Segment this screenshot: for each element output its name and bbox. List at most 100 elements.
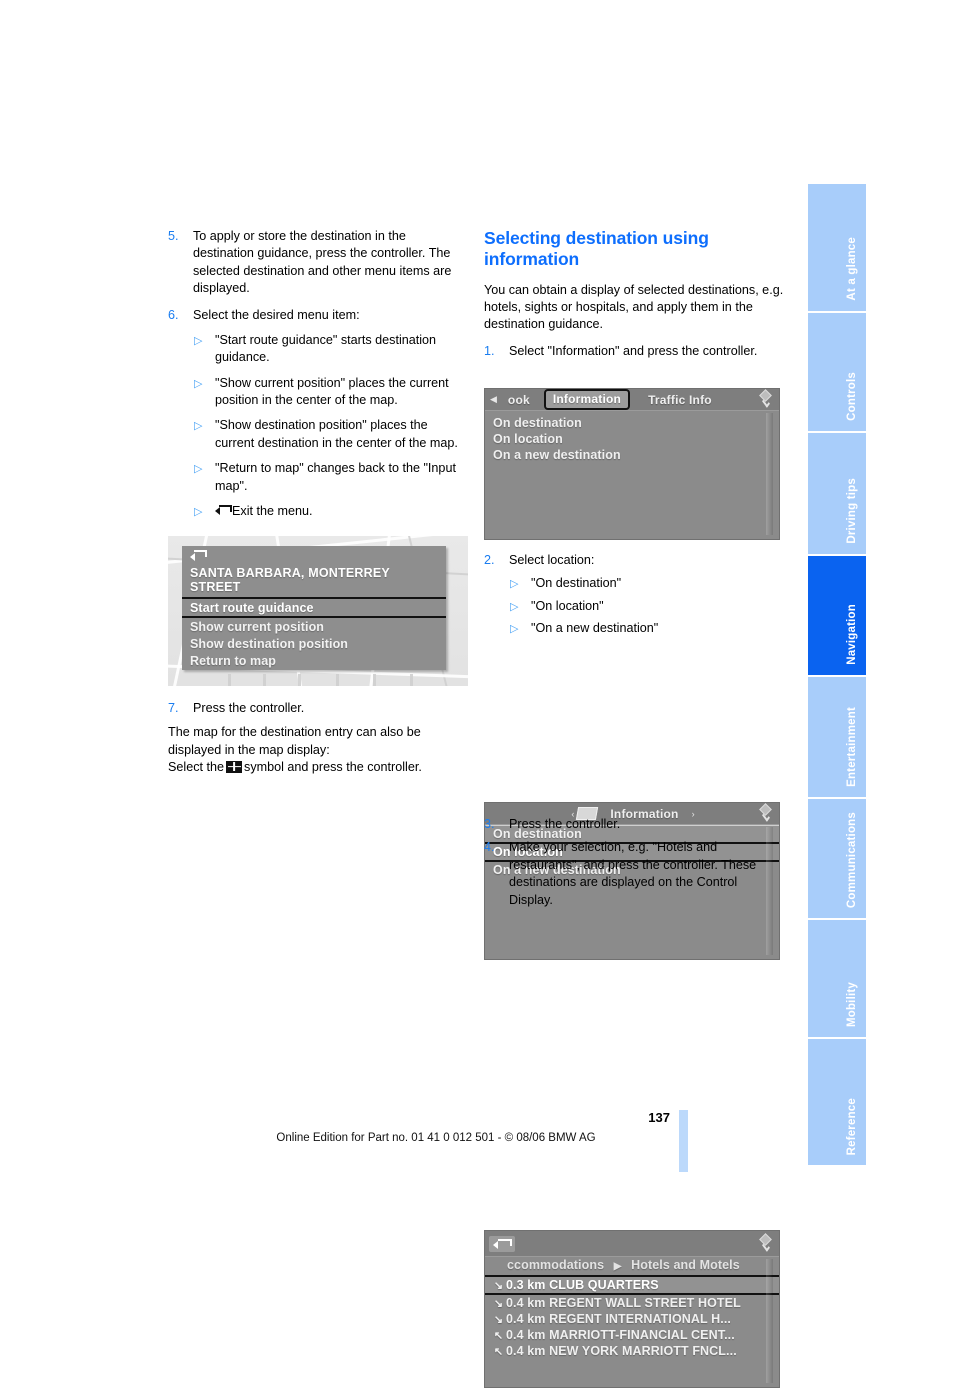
map-context-menu[interactable]: SANTA BARBARA, MONTERREY STREET Start ro… [182, 546, 446, 670]
step-5-text: To apply or store the destination in the… [193, 229, 452, 296]
list-item-new-york-marriott-financial[interactable]: ↖ 0.4 km NEW YORK MARRIOTT FNCL... [485, 1343, 779, 1359]
tab-mobility[interactable]: Mobility [808, 920, 866, 1037]
list-item-club-quarters[interactable]: ↘ 0.3 km CLUB QUARTERS [485, 1275, 779, 1295]
tab-label: Navigation [846, 604, 858, 665]
step-7-number: 7. [168, 701, 179, 715]
tab-controls[interactable]: Controls [808, 313, 866, 431]
map-menu-address: SANTA BARBARA, MONTERREY STREET [190, 566, 390, 594]
tab-book[interactable]: ook [500, 393, 538, 407]
tab-traffic-info[interactable]: Traffic Info [640, 393, 720, 407]
bullet-show-destination-position: ▷ "Show destination position" places the… [193, 417, 468, 452]
info-step-4-text: Make your selection, e.g. "Hotels and re… [509, 840, 757, 907]
step-5: 5. To apply or store the destination in … [168, 228, 468, 298]
right-steps-list-top: 1. Select "Information" and press the co… [484, 343, 784, 360]
map-menu-item-show-current-position[interactable]: Show current position [182, 618, 446, 635]
tab-information[interactable]: Information [543, 389, 631, 410]
triangle-bullet-icon: ▷ [510, 578, 519, 591]
map-symbol-icon [226, 760, 243, 773]
map-road-line [410, 674, 413, 686]
bullet-on-a-new-destination: ▷ "On a new destination" [509, 620, 784, 637]
bullet-text: Exit the menu. [232, 503, 313, 518]
step-7-text: Press the controller. [193, 701, 305, 715]
section-tab-strip: At a glance Controls Driving tips Naviga… [808, 184, 866, 1167]
info-step-4-number: 4. [484, 840, 495, 855]
triangle-bullet-icon: ▷ [194, 334, 203, 347]
direction-arrow-icon: ↘ [493, 1280, 504, 1292]
left-text-column: 5. To apply or store the destination in … [168, 228, 468, 529]
compass-icon [758, 389, 775, 409]
info-step-1-number: 1. [484, 343, 495, 358]
triangle-bullet-icon: ▷ [194, 377, 203, 390]
compass-chevron [762, 1241, 770, 1252]
breadcrumb: ccommodations ▶ Hotels and Motels [485, 1257, 779, 1273]
bullet-return-to-map: ▷ "Return to map" changes back to the "I… [193, 460, 468, 495]
list-item-on-destination[interactable]: On destination [485, 415, 779, 431]
manual-page: 5. To apply or store the destination in … [0, 0, 954, 1388]
info-step-2-bullets: ▷ "On destination" ▷ "On location" ▷ "On… [509, 575, 784, 637]
left-steps-list-lower: 7. Press the controller. [168, 700, 468, 717]
tab-navigation[interactable]: Navigation [808, 556, 866, 675]
right-steps-list-2: 2. Select location: ▷ "On destination" ▷… [484, 552, 784, 638]
right-text-column: Selecting destination using information … [484, 228, 784, 362]
closing-line-1: The map for the destination entry can al… [168, 725, 421, 740]
intro-paragraph: You can obtain a display of selected des… [484, 282, 784, 332]
map-road-line [373, 674, 376, 686]
map-menu-item-return-to-map[interactable]: Return to map [182, 652, 446, 669]
list-item-regent-wall-street-hotel[interactable]: ↘ 0.4 km REGENT WALL STREET HOTEL [485, 1295, 779, 1311]
hotels-list: ↘ 0.3 km CLUB QUARTERS ↘ 0.4 km REGENT WAL… [485, 1275, 779, 1359]
compass-icon [758, 1233, 775, 1253]
scrollbar[interactable] [766, 1259, 773, 1383]
map-menu-item-start-route-guidance[interactable]: Start route guidance [182, 597, 446, 618]
map-road-line [263, 674, 266, 686]
bullet-text: "On a new destination" [531, 621, 659, 636]
tab-communications[interactable]: Communications [808, 799, 866, 918]
tab-driving-tips[interactable]: Driving tips [808, 433, 866, 554]
map-menu-header [182, 546, 446, 566]
compass-chevron [762, 397, 770, 408]
tab-at-a-glance[interactable]: At a glance [808, 184, 866, 311]
left-text-column-lower: 7. Press the controller. The map for the… [168, 700, 468, 777]
step-6: 6. Select the desired menu item: ▷ "Star… [168, 307, 468, 521]
information-screen-tabbar: ◀ ook Information Traffic Info [485, 389, 779, 411]
bullet-text: "Return to map" changes back to the "Inp… [215, 461, 456, 493]
map-road-line [336, 674, 339, 686]
list-item-marriott-financial-center[interactable]: ↖ 0.4 km MARRIOTT-FINANCIAL CENT... [485, 1327, 779, 1343]
footer-text: Online Edition for Part no. 01 41 0 012 … [276, 1132, 596, 1144]
tab-label: Entertainment [846, 707, 858, 787]
list-item-on-location[interactable]: On location [485, 431, 779, 447]
triangle-bullet-icon: ▷ [194, 420, 203, 433]
tab-label: Communications [846, 811, 858, 908]
back-arrow-icon[interactable] [190, 550, 207, 561]
step-5-number: 5. [168, 229, 179, 243]
info-step-4: 4. Make your selection, e.g. "Hotels and… [484, 839, 784, 909]
triangle-bullet-icon: ▷ [510, 600, 519, 613]
information-screen-list: On destination On location On a new dest… [485, 411, 779, 463]
map-road-line [298, 674, 301, 686]
info-step-3-number: 3. [484, 817, 495, 831]
list-item-on-a-new-destination[interactable]: On a new destination [485, 447, 779, 463]
back-arrow-icon [215, 504, 232, 516]
direction-arrow-icon: ↘ [493, 1298, 504, 1310]
bullet-exit-the-menu: ▷ Exit the menu. [193, 503, 468, 520]
list-item-label: 0.4 km NEW YORK MARRIOTT FNCL... [506, 1344, 737, 1358]
scrollbar[interactable] [766, 413, 773, 535]
tab-label: Controls [846, 372, 858, 421]
list-item-regent-international[interactable]: ↘ 0.4 km REGENT INTERNATIONAL H... [485, 1311, 779, 1327]
direction-arrow-icon: ↖ [493, 1346, 504, 1358]
closing-line-2: displayed in the map display: [168, 742, 330, 757]
caret-left-icon[interactable]: ◀ [490, 394, 497, 405]
list-item-label: 0.4 km REGENT INTERNATIONAL H... [506, 1312, 731, 1326]
bullet-text: "Start route guidance" starts destinatio… [215, 332, 437, 365]
map-menu-item-show-destination-position[interactable]: Show destination position [182, 635, 446, 652]
right-text-column-step2: 2. Select location: ▷ "On destination" ▷… [484, 552, 784, 643]
triangle-bullet-icon: ▷ [194, 505, 203, 518]
back-arrow-icon[interactable] [489, 1235, 515, 1252]
page-number: 137 [648, 1110, 670, 1125]
triangle-bullet-icon: ▷ [510, 623, 519, 636]
right-steps-list-34: 3. Press the controller. 4. Make your se… [484, 816, 784, 909]
hotels-screen-topbar [485, 1231, 779, 1257]
info-step-1-text: Select "Information" and press the contr… [509, 343, 758, 358]
tab-entertainment[interactable]: Entertainment [808, 677, 866, 797]
step-7: 7. Press the controller. [168, 700, 468, 717]
tab-reference[interactable]: Reference [808, 1039, 866, 1165]
